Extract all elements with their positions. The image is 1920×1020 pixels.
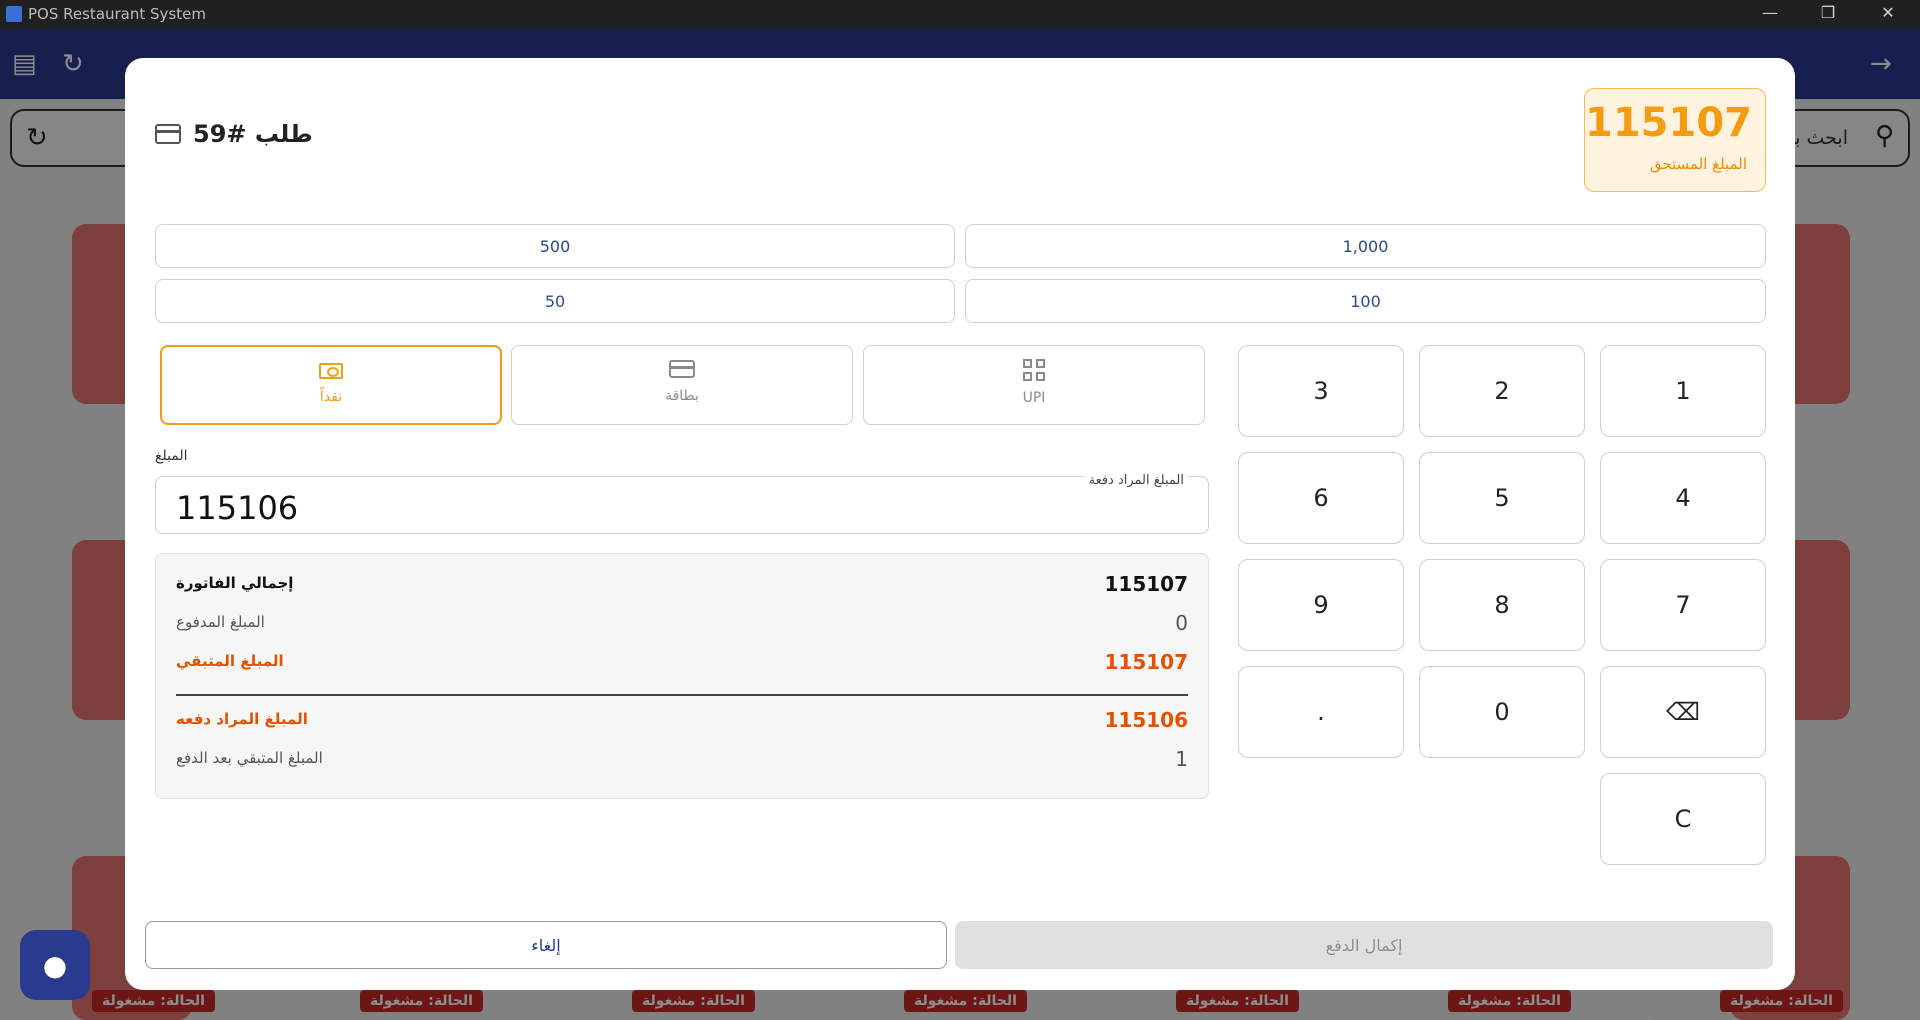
- keypad-key-1[interactable]: 1: [1600, 345, 1766, 437]
- payment-method-label: بطاقة: [665, 388, 699, 404]
- summary-row-remaining: المبلغ المتبقي 115107: [176, 650, 1188, 676]
- amount-input[interactable]: المبلغ المراد دفعة 115106: [155, 473, 1209, 534]
- minimize-icon[interactable]: —: [1758, 3, 1782, 25]
- window-titlebar: POS Restaurant System — ❐ ✕: [0, 0, 1920, 29]
- quick-amount-1000[interactable]: 1,000: [965, 224, 1766, 268]
- payment-method-card[interactable]: بطاقة: [511, 345, 853, 425]
- user-icon: ●: [42, 948, 68, 982]
- close-icon[interactable]: ✕: [1876, 3, 1900, 25]
- remaining-after-label: المبلغ المتبقي بعد الدفع: [176, 749, 323, 767]
- credit-card-icon: [155, 124, 181, 144]
- qr-code-icon: [1023, 359, 1045, 381]
- amount-due-value: 115107: [1585, 100, 1752, 146]
- keypad-key-7[interactable]: 7: [1600, 559, 1766, 651]
- to-pay-label: المبلغ المراد دفعه: [176, 710, 308, 728]
- invoice-total-label: إجمالي الفاتورة: [176, 574, 294, 592]
- keypad-key-8[interactable]: 8: [1419, 559, 1585, 651]
- summary-row-remaining-after: المبلغ المتبقي بعد الدفع 1: [176, 747, 1188, 773]
- amount-due-label: المبلغ المستحق: [1649, 155, 1747, 173]
- keypad-key-0[interactable]: 0: [1419, 666, 1585, 758]
- summary-row-to-pay: المبلغ المراد دفعه 115106: [176, 708, 1188, 734]
- amount-caption: المبلغ: [155, 448, 188, 464]
- order-title-text: طلب #59: [193, 120, 313, 148]
- card-icon: [669, 360, 695, 378]
- amount-input-hint: المبلغ المراد دفعة: [1084, 473, 1188, 488]
- paid-value: 0: [1175, 611, 1188, 635]
- amount-input-value[interactable]: 115106: [176, 489, 298, 527]
- keypad-key-dot[interactable]: .: [1238, 666, 1404, 758]
- remaining-after-value: 1: [1175, 747, 1188, 771]
- invoice-total-value: 115107: [1104, 572, 1189, 596]
- payment-method-label: UPI: [1022, 390, 1046, 406]
- cancel-button[interactable]: إلغاء: [145, 921, 947, 969]
- restore-icon[interactable]: ❐: [1816, 3, 1840, 25]
- user-button[interactable]: ●: [20, 930, 90, 1000]
- keypad-key-4[interactable]: 4: [1600, 452, 1766, 544]
- keypad-key-6[interactable]: 6: [1238, 452, 1404, 544]
- summary-row-paid: المبلغ المدفوع 0: [176, 611, 1188, 637]
- keypad-key-2[interactable]: 2: [1419, 345, 1585, 437]
- remaining-label: المبلغ المتبقي: [176, 652, 284, 670]
- app-icon: [6, 6, 22, 22]
- complete-payment-button[interactable]: إكمال الدفع: [955, 921, 1773, 969]
- keypad-key-3[interactable]: 3: [1238, 345, 1404, 437]
- remaining-value: 115107: [1104, 650, 1189, 674]
- cash-icon: [319, 363, 343, 379]
- summary-divider: [176, 694, 1188, 696]
- payment-method-label: نقداً: [319, 389, 343, 405]
- payment-method-upi[interactable]: UPI: [863, 345, 1205, 425]
- keypad-key-5[interactable]: 5: [1419, 452, 1585, 544]
- quick-amount-50[interactable]: 50: [155, 279, 955, 323]
- keypad-key-clear[interactable]: C: [1600, 773, 1766, 865]
- window-title: POS Restaurant System: [28, 5, 206, 23]
- quick-amount-100[interactable]: 100: [965, 279, 1766, 323]
- backspace-icon[interactable]: ⌫: [1600, 666, 1766, 758]
- paid-label: المبلغ المدفوع: [176, 613, 265, 631]
- payment-summary: إجمالي الفاتورة 115107 المبلغ المدفوع 0 …: [155, 553, 1209, 799]
- amount-due-box: 115107 المبلغ المستحق: [1584, 88, 1766, 192]
- keypad-key-9[interactable]: 9: [1238, 559, 1404, 651]
- summary-row-total: إجمالي الفاتورة 115107: [176, 572, 1188, 598]
- payment-dialog: طلب #59 115107 المبلغ المستحق 500 1,000 …: [125, 58, 1795, 990]
- payment-method-cash[interactable]: نقداً: [160, 345, 502, 425]
- quick-amount-500[interactable]: 500: [155, 224, 955, 268]
- order-title: طلب #59: [155, 120, 313, 148]
- to-pay-value: 115106: [1104, 708, 1189, 732]
